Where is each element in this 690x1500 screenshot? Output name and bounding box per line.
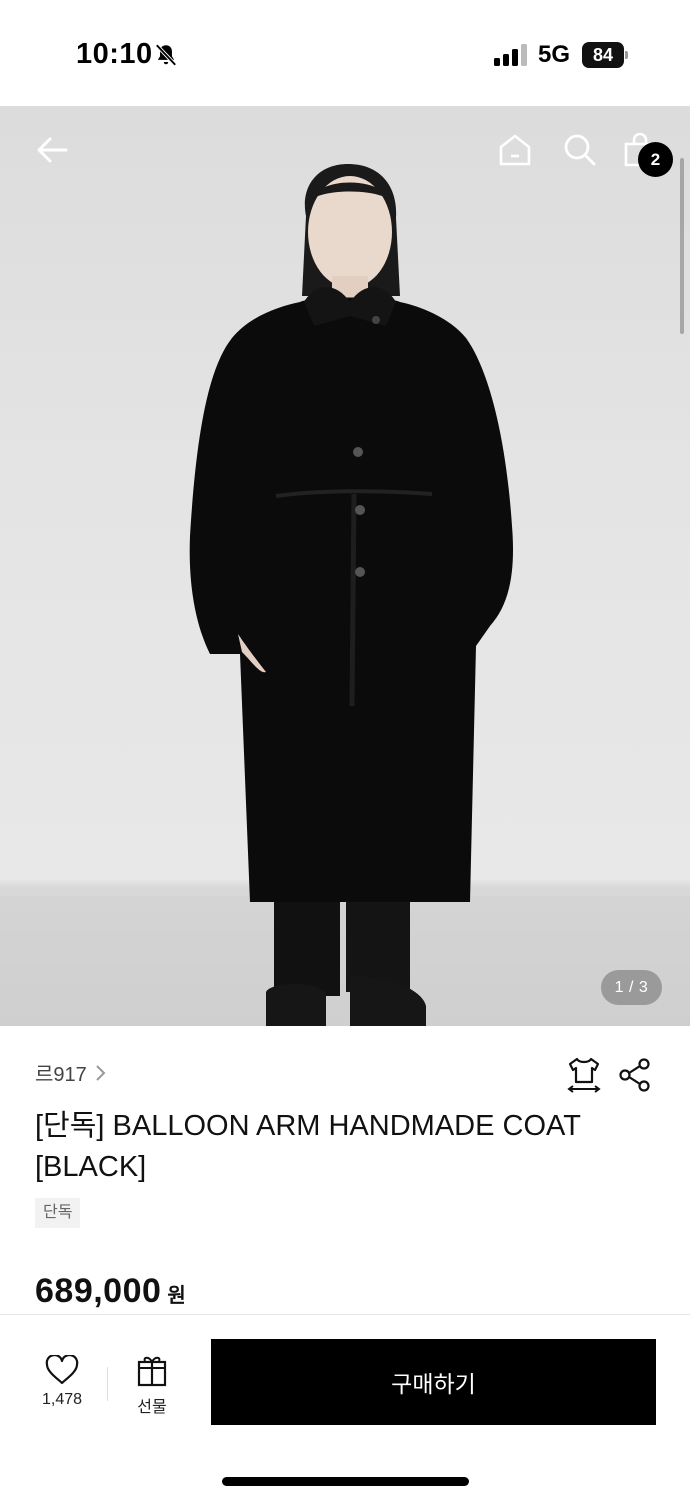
chevron-right-icon	[96, 1064, 106, 1081]
bell-off-icon	[155, 43, 177, 67]
status-bar: 10:10 5G 84	[0, 0, 690, 106]
home-button[interactable]	[493, 128, 537, 172]
price-unit: 원	[167, 1285, 186, 1307]
search-button[interactable]	[558, 128, 602, 172]
like-button[interactable]: 1,478	[34, 1355, 90, 1409]
back-button[interactable]	[30, 128, 74, 172]
price-row: 689,000 원	[35, 1272, 186, 1311]
heart-icon	[45, 1355, 79, 1385]
scroll-indicator	[680, 158, 684, 334]
home-indicator	[222, 1477, 469, 1486]
gift-label: 선물	[137, 1399, 167, 1416]
network-type: 5G	[538, 41, 571, 68]
cellular-signal-icon	[494, 44, 527, 66]
product-photo	[189, 164, 514, 1026]
buy-button[interactable]: 구매하기	[211, 1339, 656, 1425]
image-counter: 1 / 3	[601, 970, 662, 1005]
product-price: 689,000	[35, 1272, 162, 1310]
brand-link[interactable]: 르917	[35, 1058, 107, 1087]
product-image-carousel[interactable]: 2 1 / 3	[0, 106, 690, 1026]
home-icon	[499, 134, 531, 166]
battery-level: 84	[582, 42, 624, 68]
cart-count-badge: 2	[638, 142, 673, 177]
status-time: 10:10	[76, 38, 153, 70]
divider	[107, 1367, 108, 1401]
arrow-left-icon	[37, 137, 68, 163]
like-count: 1,478	[41, 1391, 83, 1408]
gift-icon	[137, 1356, 167, 1387]
battery-icon: 84	[582, 42, 628, 68]
share-icon[interactable]	[618, 1058, 652, 1092]
exclusive-tag: 단독	[35, 1198, 81, 1228]
bottom-action-bar: 1,478 선물 구매하기	[0, 1314, 690, 1500]
size-guide-icon[interactable]	[566, 1056, 602, 1094]
battery-tip	[625, 51, 628, 59]
search-icon	[564, 134, 596, 166]
brand-name: 르917	[35, 1064, 87, 1086]
product-title: [단독] BALLOON ARM HANDMADE COAT [BLACK]	[35, 1110, 581, 1183]
gift-button[interactable]: 선물	[127, 1355, 177, 1417]
